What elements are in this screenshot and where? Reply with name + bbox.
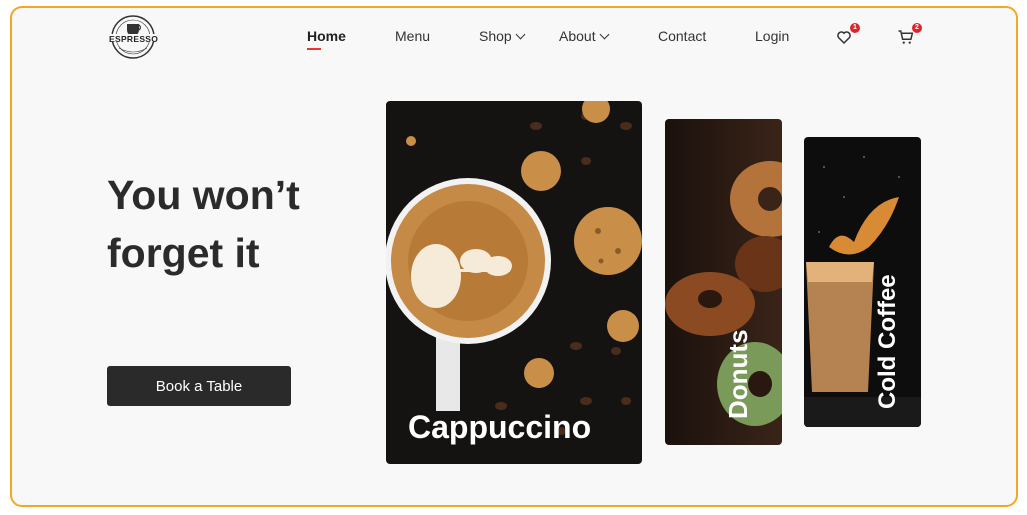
nav-menu[interactable]: Menu [395,28,430,44]
chevron-down-icon [515,29,526,40]
nav-shop-label: Shop [479,28,512,44]
card-label-donuts: Donuts [723,329,753,419]
nav-login[interactable]: Login [755,28,789,44]
cart-count-badge: 2 [912,23,922,33]
nav-about-label: About [559,28,596,44]
logo-name: ESPRESSO [109,34,159,44]
hero-title: You won’t forget it [107,172,300,276]
nav-shop[interactable]: Shop [479,28,526,44]
cold-coffee-image [804,137,921,427]
nav-contact-label: Contact [658,28,707,44]
nav-contact[interactable]: Contact [658,28,706,44]
wishlist-button[interactable]: 1 [835,23,860,46]
wishlist-count-badge: 1 [850,23,860,33]
card-label-cappuccino: Cappuccino [408,409,592,445]
chevron-down-icon [599,29,610,40]
nav-home[interactable]: Home [307,28,346,50]
active-indicator [307,48,321,50]
product-card-cappuccino[interactable]: Cappuccino [386,101,642,464]
book-table-button[interactable]: Book a Table [107,366,291,406]
nav-menu-label: Menu [395,28,431,44]
nav-login-label: Login [755,28,790,44]
card-label-cold-coffee: Cold Coffee [874,274,901,409]
nav-home-label: Home [307,28,346,44]
cart-button[interactable]: 2 [897,23,922,46]
product-card-donuts[interactable]: Donuts [665,119,782,445]
product-card-cold-coffee[interactable]: Cold Coffee [804,137,921,427]
nav-about[interactable]: About [559,28,610,44]
